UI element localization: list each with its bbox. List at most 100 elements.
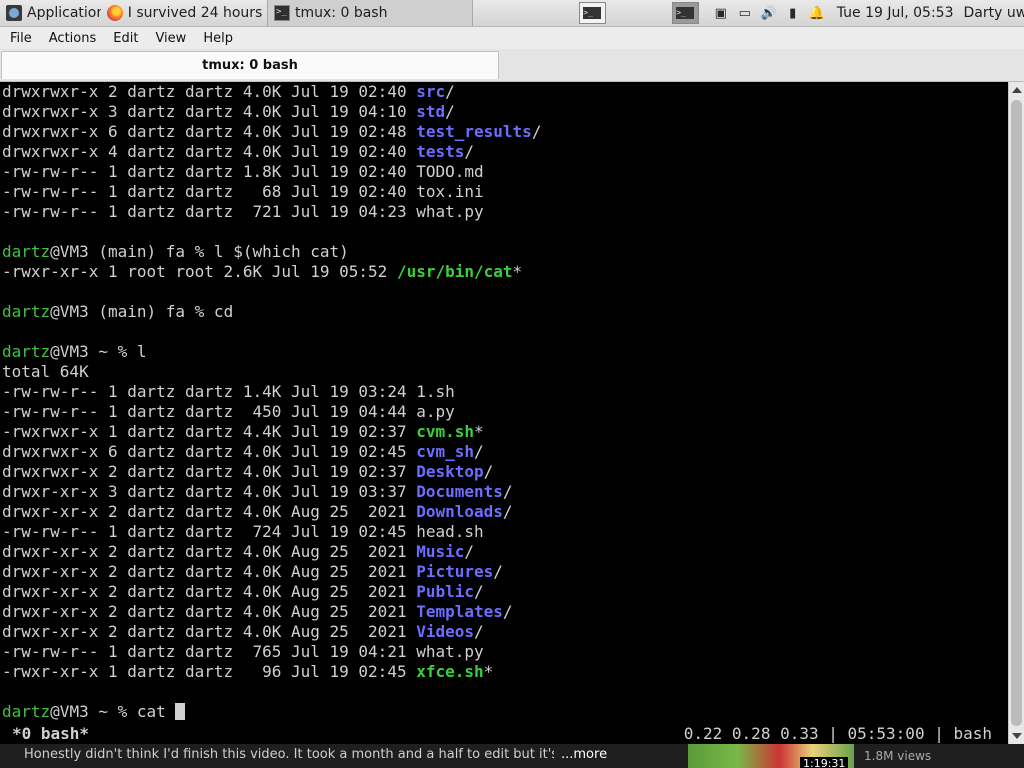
network-icon[interactable]: ▣ xyxy=(712,4,730,22)
terminal-text-segment: drwxrwxr-x 2 dartz dartz 4.0K Jul 19 02:… xyxy=(2,82,417,101)
terminal-text-segment: drwxrwxr-x 3 dartz dartz 4.0K Jul 19 04:… xyxy=(2,102,417,121)
volume-icon[interactable]: 🔊 xyxy=(760,4,778,22)
terminal-line: dartz@VM3 (main) fa % cd xyxy=(0,302,1008,322)
tab-tmux[interactable]: tmux: 0 bash xyxy=(1,51,499,79)
terminal-text-segment: -rw-rw-r-- 1 dartz dartz 724 Jul 19 02:4… xyxy=(2,522,484,541)
workspace-2-button[interactable]: >_ xyxy=(671,2,699,24)
terminal-text-segment: -rw-rw-r-- 1 dartz dartz 1.8K Jul 19 02:… xyxy=(2,162,484,181)
terminal-text-segment: drwxr-xr-x 2 dartz dartz 4.0K Aug 25 202… xyxy=(2,502,417,521)
terminal-text-segment: drwxr-xr-x 2 dartz dartz 4.0K Aug 25 202… xyxy=(2,602,417,621)
terminal-text-segment: @VM3 (main) fa % cd xyxy=(50,302,234,321)
applications-label: Applications xyxy=(27,5,101,21)
notification-bell-icon[interactable]: 🔔 xyxy=(808,4,826,22)
terminal-line: drwxr-xr-x 2 dartz dartz 4.0K Aug 25 202… xyxy=(0,502,1008,522)
terminal-text-segment: dartz xyxy=(2,342,51,361)
terminal-icon: >_ xyxy=(274,5,291,21)
firefox-icon xyxy=(106,5,123,21)
terminal-text-segment: -rw-rw-r-- 1 dartz dartz 765 Jul 19 04:2… xyxy=(2,642,484,661)
terminal-text-segment: total 64K xyxy=(2,362,89,381)
terminal-line: -rw-rw-r-- 1 dartz dartz 765 Jul 19 04:2… xyxy=(0,642,1008,662)
terminal-line: dartz@VM3 ~ % l xyxy=(0,342,1008,362)
tmux-status-bar: *0 bash* 0.22 0.28 0.33 | 05:53:00 | bas… xyxy=(0,724,1008,744)
terminal-text-segment: dartz xyxy=(2,242,51,261)
menu-bar: File Actions Edit View Help xyxy=(0,27,1024,49)
tab-bar: tmux: 0 bash xyxy=(0,49,1024,82)
terminal-line: -rw-rw-r-- 1 dartz dartz 721 Jul 19 04:2… xyxy=(0,202,1008,222)
terminal-text-segment: -rw-rw-r-- 1 dartz dartz 1.4K Jul 19 03:… xyxy=(2,382,455,401)
terminal-text-segment: / xyxy=(474,622,484,641)
terminal-text-segment: -rwxrwxr-x 1 dartz dartz 4.4K Jul 19 02:… xyxy=(2,422,417,441)
terminal-line: drwxr-xr-x 2 dartz dartz 4.0K Aug 25 202… xyxy=(0,542,1008,562)
terminal-line: drwxr-xr-x 2 dartz dartz 4.0K Aug 25 202… xyxy=(0,562,1008,582)
terminal-text-segment: test_results xyxy=(416,122,532,141)
terminal-text-segment: drwxr-xr-x 3 dartz dartz 4.0K Jul 19 03:… xyxy=(2,482,417,501)
video-description: Honestly didn't think I'd finish this vi… xyxy=(24,747,554,762)
terminal-text-segment: -rwxr-xr-x 1 dartz dartz 96 Jul 19 02:45 xyxy=(2,662,417,681)
taskbar-item-label: tmux: 0 bash xyxy=(295,5,388,21)
terminal-text-segment: Documents xyxy=(416,482,503,501)
terminal-text-segment: Downloads xyxy=(416,502,503,521)
terminal-icon: >_ xyxy=(583,7,602,19)
applications-icon xyxy=(6,5,22,21)
menu-edit[interactable]: Edit xyxy=(103,31,145,46)
terminal-text-segment: xfce.sh xyxy=(416,662,484,681)
terminal-text-segment: Pictures xyxy=(416,562,494,581)
battery-icon[interactable]: ▮ xyxy=(784,4,802,22)
terminal-line: -rwxrwxr-x 1 dartz dartz 4.4K Jul 19 02:… xyxy=(0,422,1008,442)
taskbar-item-terminal[interactable]: >_ tmux: 0 bash xyxy=(267,0,473,26)
terminal-text-segment: dartz xyxy=(2,702,51,721)
terminal-text-segment: * xyxy=(512,262,523,281)
scrollbar-thumb[interactable] xyxy=(1011,100,1022,726)
terminal-text-segment: -rw-rw-r-- 1 dartz dartz 450 Jul 19 04:4… xyxy=(2,402,455,421)
video-views: 1.8M views xyxy=(864,749,932,763)
terminal-text-segment: / xyxy=(464,542,475,561)
menu-actions[interactable]: Actions xyxy=(39,31,104,46)
terminal-text-segment: drwxrwxr-x 6 dartz dartz 4.0K Jul 19 02:… xyxy=(2,122,417,141)
terminal-text-segment: / xyxy=(483,462,494,481)
user-menu[interactable]: Darty uwu xyxy=(964,5,1024,21)
video-duration: 1:19:31 xyxy=(800,757,849,768)
terminal-line: drwxrwxr-x 6 dartz dartz 4.0K Jul 19 02:… xyxy=(0,442,1008,462)
applications-menu-button[interactable]: Applications xyxy=(0,0,101,26)
text-cursor xyxy=(175,703,186,720)
scroll-up-arrow-icon[interactable] xyxy=(1012,87,1022,93)
terminal-output[interactable]: drwxrwxr-x 2 dartz dartz 4.0K Jul 19 02:… xyxy=(0,82,1008,744)
menu-help[interactable]: Help xyxy=(193,31,240,46)
display-icon[interactable]: ▭ xyxy=(736,4,754,22)
terminal-text-segment: cvm_sh xyxy=(416,442,475,461)
terminal-text-segment: drwxr-xr-x 2 dartz dartz 4.0K Aug 25 202… xyxy=(2,622,417,641)
more-link[interactable]: ...more xyxy=(561,747,607,762)
taskbar-item-firefox[interactable]: I survived 24 hours in th... xyxy=(101,0,267,26)
terminal-line: -rw-rw-r-- 1 dartz dartz 1.8K Jul 19 02:… xyxy=(0,162,1008,182)
terminal-text-segment: drwxrwxr-x 2 dartz dartz 4.0K Jul 19 02:… xyxy=(2,462,417,481)
terminal-text-segment: src xyxy=(416,82,446,101)
menu-file[interactable]: File xyxy=(0,31,39,46)
terminal-text-segment: / xyxy=(464,142,475,161)
tmux-window-label[interactable]: *0 bash* xyxy=(12,724,89,744)
terminal-line: drwxrwxr-x 4 dartz dartz 4.0K Jul 19 02:… xyxy=(0,142,1008,162)
tmux-status-right: 0.22 0.28 0.33 | 05:53:00 | bash xyxy=(683,724,992,743)
terminal-line: drwxrwxr-x 2 dartz dartz 4.0K Jul 19 02:… xyxy=(0,462,1008,482)
terminal-text-segment: Desktop xyxy=(416,462,484,481)
scrollbar[interactable] xyxy=(1008,82,1024,744)
scroll-down-arrow-icon[interactable] xyxy=(1012,733,1022,739)
clock[interactable]: Tue 19 Jul, 05:53 xyxy=(837,5,954,21)
terminal-line: -rw-rw-r-- 1 dartz dartz 450 Jul 19 04:4… xyxy=(0,402,1008,422)
terminal-text-segment: / xyxy=(445,82,455,101)
terminal-line: total 64K xyxy=(0,362,1008,382)
terminal-text-segment: drwxr-xr-x 2 dartz dartz 4.0K Aug 25 202… xyxy=(2,542,417,561)
terminal-text-segment: cvm.sh xyxy=(416,422,475,441)
terminal-text-segment: Templates xyxy=(416,602,503,621)
terminal-text-segment: / xyxy=(474,582,484,601)
terminal-text-segment: Public xyxy=(416,582,475,601)
terminal-text-segment: / xyxy=(502,482,513,501)
workspace-1-button[interactable]: >_ xyxy=(578,2,606,24)
menu-view[interactable]: View xyxy=(145,31,193,46)
terminal-line: -rw-rw-r-- 1 dartz dartz 68 Jul 19 02:40… xyxy=(0,182,1008,202)
terminal-text-segment: @VM3 ~ % cat xyxy=(50,702,176,721)
terminal-line: drwxrwxr-x 3 dartz dartz 4.0K Jul 19 04:… xyxy=(0,102,1008,122)
